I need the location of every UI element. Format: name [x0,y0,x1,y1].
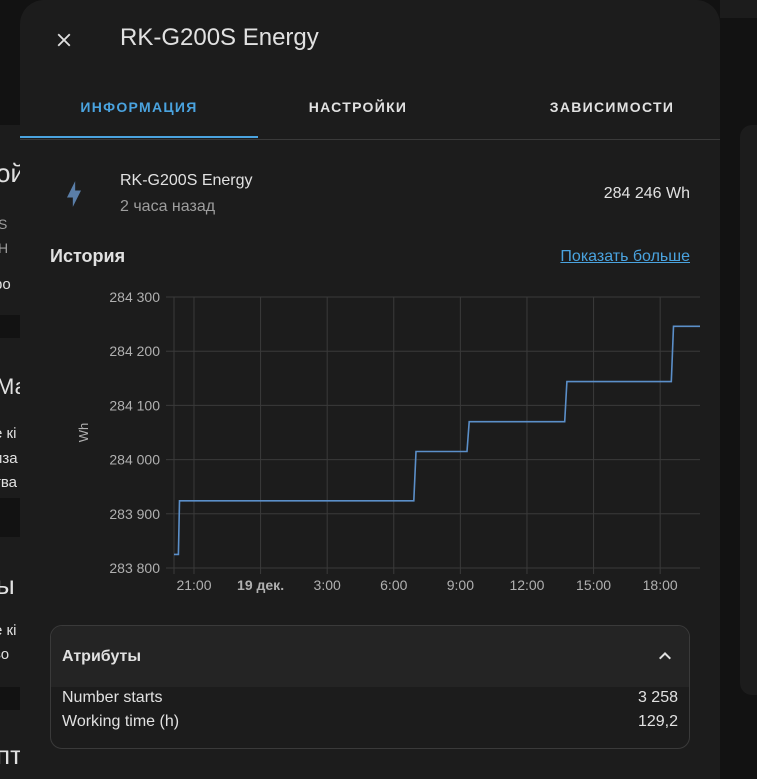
attributes-title: Атрибуты [62,648,142,665]
y-axis-label: Wh [76,423,91,443]
y-tick-label: 284 000 [109,452,160,468]
close-button[interactable] [44,20,84,60]
chevron-up-icon [659,652,671,660]
show-more-link[interactable]: Показать больше [560,248,690,266]
background-text: е кі [0,622,17,639]
background-text: ро [0,276,11,293]
attribute-name: Working time (h) [62,713,180,730]
y-tick-label: 284 300 [109,289,160,305]
background-top-right [720,0,757,18]
x-tick-label: 18:00 [643,577,678,593]
attribute-row: Working time (h) 129,2 [62,713,678,735]
tab-related[interactable]: ЗАВИСИМОСТИ [504,84,720,136]
close-icon [57,33,71,47]
y-tick-label: 283 900 [109,506,160,522]
background-text: Н [0,240,9,256]
background-text: S [0,216,8,232]
y-tick-label: 283 800 [109,560,160,576]
attribute-value: 3 258 [637,689,678,706]
entity-row: RK-G200S Energy 2 часа назад 284 246 Wh [50,166,690,226]
x-tick-label: 12:00 [509,577,544,593]
background-text: зо [0,646,10,663]
attributes-panel: Атрибуты Number starts 3 258 Working tim… [50,625,690,749]
y-tick-label: 284 100 [109,397,160,413]
x-tick-label: 9:00 [447,577,474,593]
more-info-dialog: RK-G200S Energy ИНФОРМАЦИЯ НАСТРОЙКИ ЗАВ… [20,0,720,779]
attribute-value: 129,2 [637,713,678,730]
background-text: пт [0,740,22,770]
attribute-name: Number starts [62,689,163,706]
x-tick-label: 21:00 [176,577,211,593]
entity-state: 284 246 Wh [603,185,690,202]
entity-last-changed: 2 часа назад [120,198,216,215]
attribute-row: Number starts 3 258 [62,689,678,711]
x-tick-label: 15:00 [576,577,611,593]
background-text: иза [0,450,18,467]
background-text: ы [0,570,15,600]
attributes-header[interactable]: Атрибуты [51,626,689,687]
history-chart[interactable]: 283 800 283 900 284 000 284 100 284 200 284 3… [50,280,709,610]
y-tick-label: 284 200 [109,343,160,359]
series-line [174,325,709,556]
active-tab-indicator [20,136,258,138]
lightning-bolt-icon [67,181,81,207]
background-text: тва [0,474,18,491]
background-card-3 [0,537,20,687]
chart-svg: 283 800 283 900 284 000 284 100 284 200 284 3… [76,289,709,593]
dialog-title: RK-G200S Energy [120,24,319,51]
entity-name: RK-G200S Energy [120,172,253,189]
background-text: е кі [0,425,17,442]
tab-info[interactable]: ИНФОРМАЦИЯ [20,84,258,136]
background-card-right [740,125,757,695]
tab-settings[interactable]: НАСТРОЙКИ [258,84,458,136]
history-title: История [50,246,126,266]
tab-bar: ИНФОРМАЦИЯ НАСТРОЙКИ ЗАВИСИМОСТИ [20,84,720,140]
x-tick-label: 19 дек. [237,577,284,593]
x-tick-label: 6:00 [380,577,407,593]
x-tick-label: 3:00 [314,577,341,593]
dialog-header: RK-G200S Energy [20,0,720,84]
